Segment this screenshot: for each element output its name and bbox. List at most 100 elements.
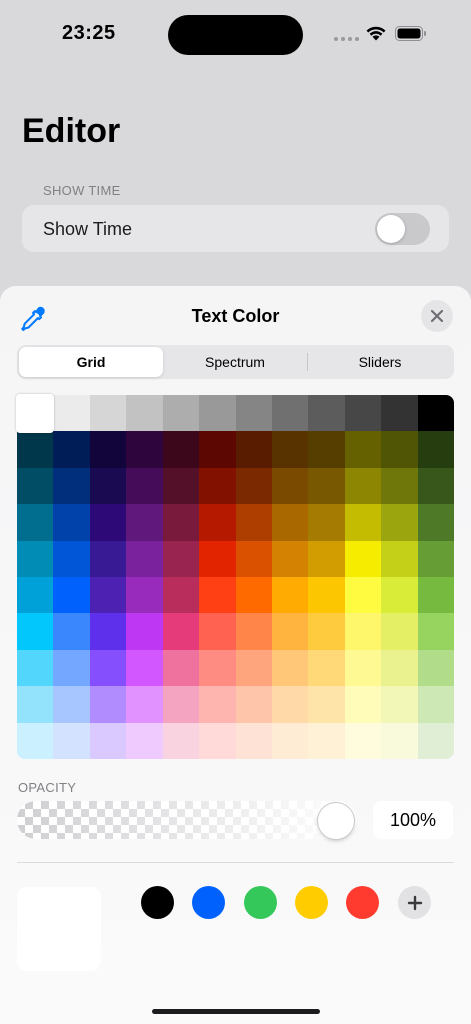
color-cell[interactable]	[271, 540, 309, 577]
color-cell[interactable]	[344, 577, 382, 614]
color-cell[interactable]	[271, 722, 309, 759]
color-cell[interactable]	[126, 613, 163, 650]
color-cell[interactable]	[199, 540, 236, 577]
color-cell[interactable]	[381, 540, 418, 577]
color-cell[interactable]	[53, 395, 90, 432]
color-cell[interactable]	[162, 540, 200, 577]
color-cell[interactable]	[235, 613, 272, 650]
color-cell[interactable]	[235, 722, 272, 759]
color-cell[interactable]	[162, 431, 200, 468]
color-cell[interactable]	[417, 613, 454, 650]
color-cell[interactable]	[89, 686, 127, 723]
color-cell[interactable]	[199, 504, 236, 541]
color-cell[interactable]	[199, 395, 236, 432]
opacity-value-field[interactable]: 100%	[373, 801, 453, 839]
color-cell[interactable]	[417, 504, 454, 541]
opacity-slider[interactable]	[17, 801, 357, 839]
color-cell[interactable]	[417, 395, 454, 432]
color-cell[interactable]	[17, 649, 54, 687]
color-cell[interactable]	[308, 613, 345, 650]
color-cell[interactable]	[308, 504, 345, 541]
color-cell[interactable]	[344, 540, 382, 577]
saved-color-yellow[interactable]	[295, 886, 328, 919]
color-cell[interactable]	[17, 577, 54, 614]
color-cell[interactable]	[89, 395, 127, 432]
color-cell[interactable]	[126, 467, 163, 505]
tab-grid[interactable]: Grid	[19, 347, 163, 377]
color-cell[interactable]	[126, 504, 163, 541]
color-cell[interactable]	[235, 395, 272, 432]
color-cell[interactable]	[53, 504, 90, 541]
color-cell[interactable]	[17, 540, 54, 577]
color-cell[interactable]	[126, 686, 163, 723]
color-cell[interactable]	[381, 467, 418, 505]
color-cell[interactable]	[417, 540, 454, 577]
color-cell[interactable]	[89, 649, 127, 687]
color-cell[interactable]	[162, 577, 200, 614]
color-cell[interactable]	[344, 613, 382, 650]
color-cell[interactable]	[235, 467, 272, 505]
color-cell[interactable]	[381, 577, 418, 614]
color-cell[interactable]	[53, 613, 90, 650]
color-cell[interactable]	[344, 504, 382, 541]
tab-spectrum[interactable]: Spectrum	[163, 347, 307, 377]
color-cell[interactable]	[199, 649, 236, 687]
color-cell[interactable]	[271, 395, 309, 432]
color-cell[interactable]	[89, 467, 127, 505]
color-cell[interactable]	[162, 504, 200, 541]
close-button[interactable]	[421, 300, 453, 332]
color-cell[interactable]	[17, 395, 54, 432]
color-cell[interactable]	[17, 431, 54, 468]
color-cell[interactable]	[235, 686, 272, 723]
color-cell[interactable]	[308, 722, 345, 759]
color-cell[interactable]	[89, 722, 127, 759]
color-cell[interactable]	[162, 395, 200, 432]
color-cell[interactable]	[344, 395, 382, 432]
color-cell[interactable]	[417, 577, 454, 614]
color-cell[interactable]	[344, 722, 382, 759]
color-cell[interactable]	[53, 686, 90, 723]
color-cell[interactable]	[381, 722, 418, 759]
opacity-slider-thumb[interactable]	[318, 803, 354, 839]
saved-color-blue[interactable]	[192, 886, 225, 919]
color-cell[interactable]	[308, 649, 345, 687]
color-cell[interactable]	[17, 722, 54, 759]
color-cell[interactable]	[53, 722, 90, 759]
color-cell[interactable]	[271, 686, 309, 723]
color-cell[interactable]	[381, 504, 418, 541]
saved-color-red[interactable]	[346, 886, 379, 919]
color-cell[interactable]	[308, 686, 345, 723]
color-cell[interactable]	[17, 613, 54, 650]
color-cell[interactable]	[344, 686, 382, 723]
color-cell[interactable]	[271, 467, 309, 505]
color-cell[interactable]	[381, 613, 418, 650]
color-cell[interactable]	[162, 613, 200, 650]
color-cell[interactable]	[89, 577, 127, 614]
color-cell[interactable]	[126, 431, 163, 468]
color-cell[interactable]	[17, 467, 54, 505]
color-cell[interactable]	[271, 577, 309, 614]
color-cell[interactable]	[417, 649, 454, 687]
color-cell[interactable]	[199, 431, 236, 468]
color-cell[interactable]	[308, 540, 345, 577]
color-cell[interactable]	[126, 649, 163, 687]
color-cell[interactable]	[308, 467, 345, 505]
color-cell[interactable]	[162, 722, 200, 759]
color-cell[interactable]	[344, 431, 382, 468]
color-cell[interactable]	[271, 649, 309, 687]
color-cell[interactable]	[344, 649, 382, 687]
color-cell[interactable]	[53, 431, 90, 468]
color-cell[interactable]	[381, 649, 418, 687]
color-cell[interactable]	[162, 467, 200, 505]
color-cell[interactable]	[126, 722, 163, 759]
show-time-toggle[interactable]	[375, 213, 430, 245]
color-cell[interactable]	[53, 540, 90, 577]
color-cell[interactable]	[162, 686, 200, 723]
color-cell[interactable]	[162, 649, 200, 687]
color-cell[interactable]	[308, 577, 345, 614]
saved-color-green[interactable]	[244, 886, 277, 919]
color-cell[interactable]	[199, 577, 236, 614]
color-cell[interactable]	[53, 577, 90, 614]
color-cell[interactable]	[417, 722, 454, 759]
color-cell[interactable]	[17, 504, 54, 541]
